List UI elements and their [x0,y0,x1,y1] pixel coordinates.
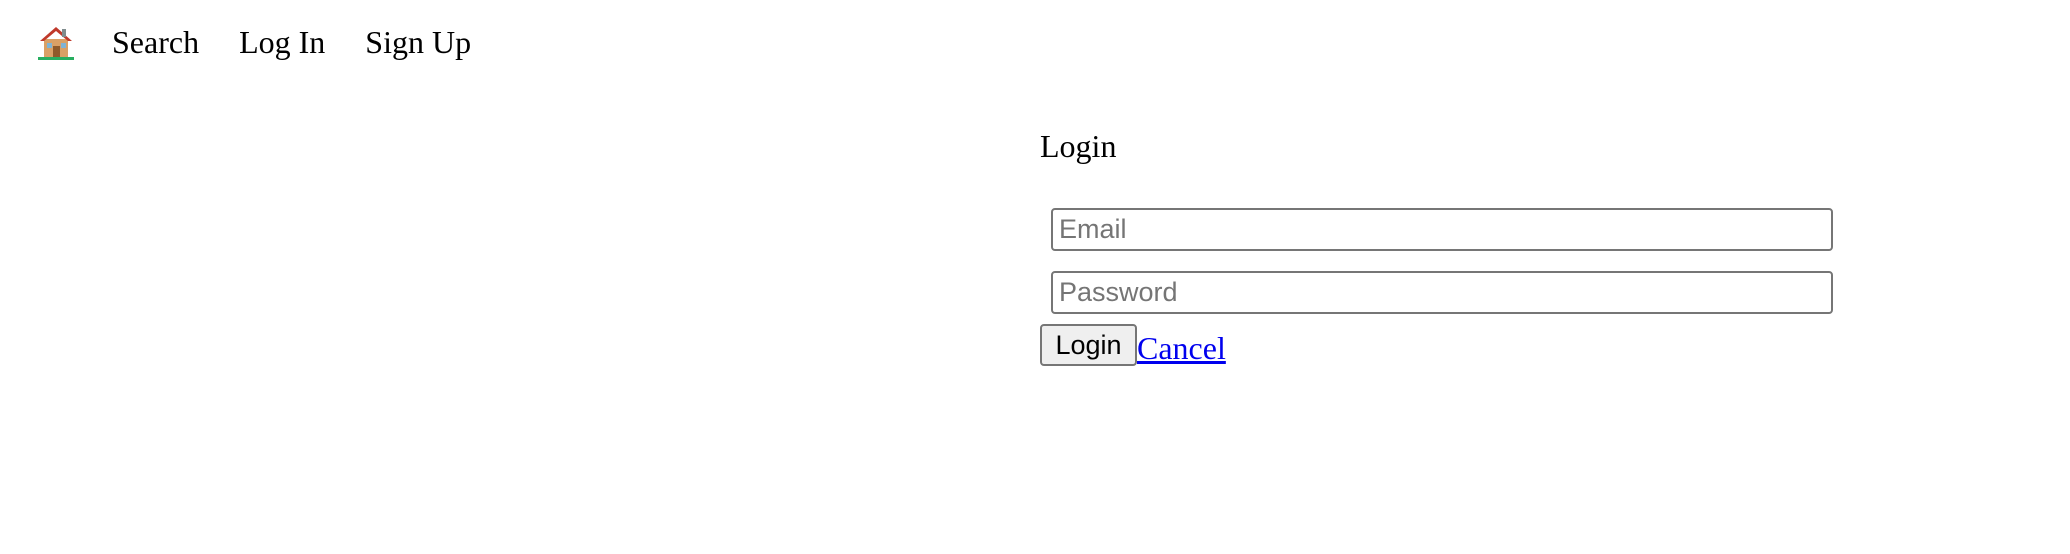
nav-signup-link[interactable]: Sign Up [365,18,471,66]
email-field[interactable] [1051,208,1833,251]
nav-search-link[interactable]: Search [112,18,199,66]
nav-login-link[interactable]: Log In [239,18,325,66]
cancel-link[interactable]: Cancel [1137,330,1226,366]
top-nav: Search Log In Sign Up [38,18,511,66]
password-field[interactable] [1051,271,1833,314]
house-icon [38,27,74,60]
login-form: Login Login Cancel [1040,126,1840,366]
login-title: Login [1040,128,1117,164]
form-actions: Login Cancel [1040,324,1840,366]
home-link[interactable] [38,24,74,60]
login-button[interactable]: Login [1040,324,1137,366]
